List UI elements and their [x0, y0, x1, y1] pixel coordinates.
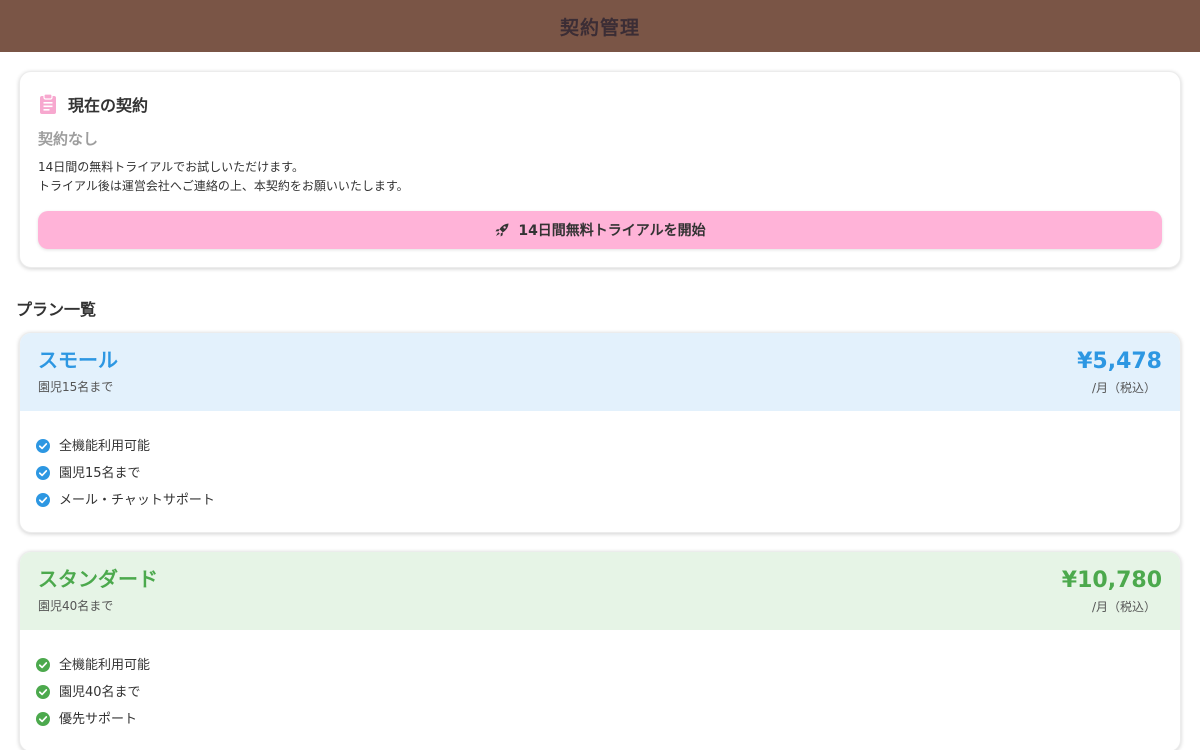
feature-label: 園児40名まで	[59, 685, 141, 700]
trial-description: 14日間の無料トライアルでお試しいただけます。 トライアル後は運営会社へご連絡の…	[38, 158, 1162, 196]
plan-feature-list: 全機能利用可能 園児40名まで 優先サポート	[20, 630, 1180, 750]
plan-price: ¥10,780	[1061, 568, 1162, 593]
app-header: 契約管理	[0, 0, 1200, 52]
check-circle-icon	[36, 711, 50, 726]
current-contract-title: 現在の契約	[68, 96, 149, 115]
main-content: 現在の契約 契約なし 14日間の無料トライアルでお試しいただけます。 トライアル…	[0, 52, 1200, 750]
feature-label: 全機能利用可能	[59, 658, 151, 673]
check-circle-icon	[36, 438, 50, 453]
feature-item: 全機能利用可能	[36, 431, 1162, 458]
feature-label: 全機能利用可能	[59, 439, 151, 454]
plan-card-small[interactable]: スモール 園児15名まで ¥5,478 /月（税込） 全機能利用可能 園児15名…	[19, 332, 1181, 533]
rocket-icon	[494, 222, 510, 238]
start-trial-button[interactable]: 14日間無料トライアルを開始	[38, 211, 1162, 249]
check-circle-icon	[36, 492, 50, 507]
plan-name: スモール	[38, 348, 118, 372]
trial-description-line1: 14日間の無料トライアルでお試しいただけます。	[38, 160, 304, 174]
feature-item: メール・チャットサポート	[36, 485, 1162, 512]
feature-label: 園児15名まで	[59, 466, 141, 481]
plan-price-unit: /月（税込）	[1091, 381, 1156, 395]
feature-item: 園児15名まで	[36, 458, 1162, 485]
feature-label: 優先サポート	[59, 712, 138, 727]
check-circle-icon	[36, 684, 50, 699]
page-title: 契約管理	[559, 16, 640, 39]
clipboard-icon	[38, 93, 58, 115]
plan-price: ¥5,478	[1077, 349, 1162, 374]
plan-capacity: 園児15名まで	[38, 380, 114, 394]
feature-item: 園児40名まで	[36, 677, 1162, 704]
feature-item: 全機能利用可能	[36, 650, 1162, 677]
plan-header: スモール 園児15名まで ¥5,478 /月（税込）	[20, 333, 1180, 411]
plan-title-block: スモール 園児15名まで	[38, 347, 118, 395]
plan-price-unit: /月（税込）	[1091, 600, 1156, 614]
plan-header: スタンダード 園児40名まで ¥10,780 /月（税込）	[20, 552, 1180, 630]
check-circle-icon	[36, 465, 50, 480]
plan-title-block: スタンダード 園児40名まで	[38, 566, 158, 614]
contract-status: 契約なし	[38, 130, 99, 148]
start-trial-button-label: 14日間無料トライアルを開始	[518, 223, 706, 239]
current-contract-card: 現在の契約 契約なし 14日間の無料トライアルでお試しいただけます。 トライアル…	[19, 71, 1181, 268]
current-contract-title-row: 現在の契約	[38, 90, 1162, 118]
trial-description-line2: トライアル後は運営会社へご連絡の上、本契約をお願いいたします。	[38, 179, 409, 193]
plan-capacity: 園児40名まで	[38, 599, 114, 613]
plan-card-standard[interactable]: スタンダード 園児40名まで ¥10,780 /月（税込） 全機能利用可能 園児…	[19, 551, 1181, 750]
check-circle-icon	[36, 657, 50, 672]
feature-label: メール・チャットサポート	[59, 493, 215, 508]
plan-price-block: ¥5,478 /月（税込）	[1077, 347, 1162, 396]
plan-feature-list: 全機能利用可能 園児15名まで メール・チャットサポート	[20, 411, 1180, 532]
plan-list-title: プラン一覧	[16, 300, 97, 319]
plan-name: スタンダード	[38, 567, 158, 591]
feature-item: 優先サポート	[36, 704, 1162, 731]
plan-price-block: ¥10,780 /月（税込）	[1062, 566, 1162, 615]
